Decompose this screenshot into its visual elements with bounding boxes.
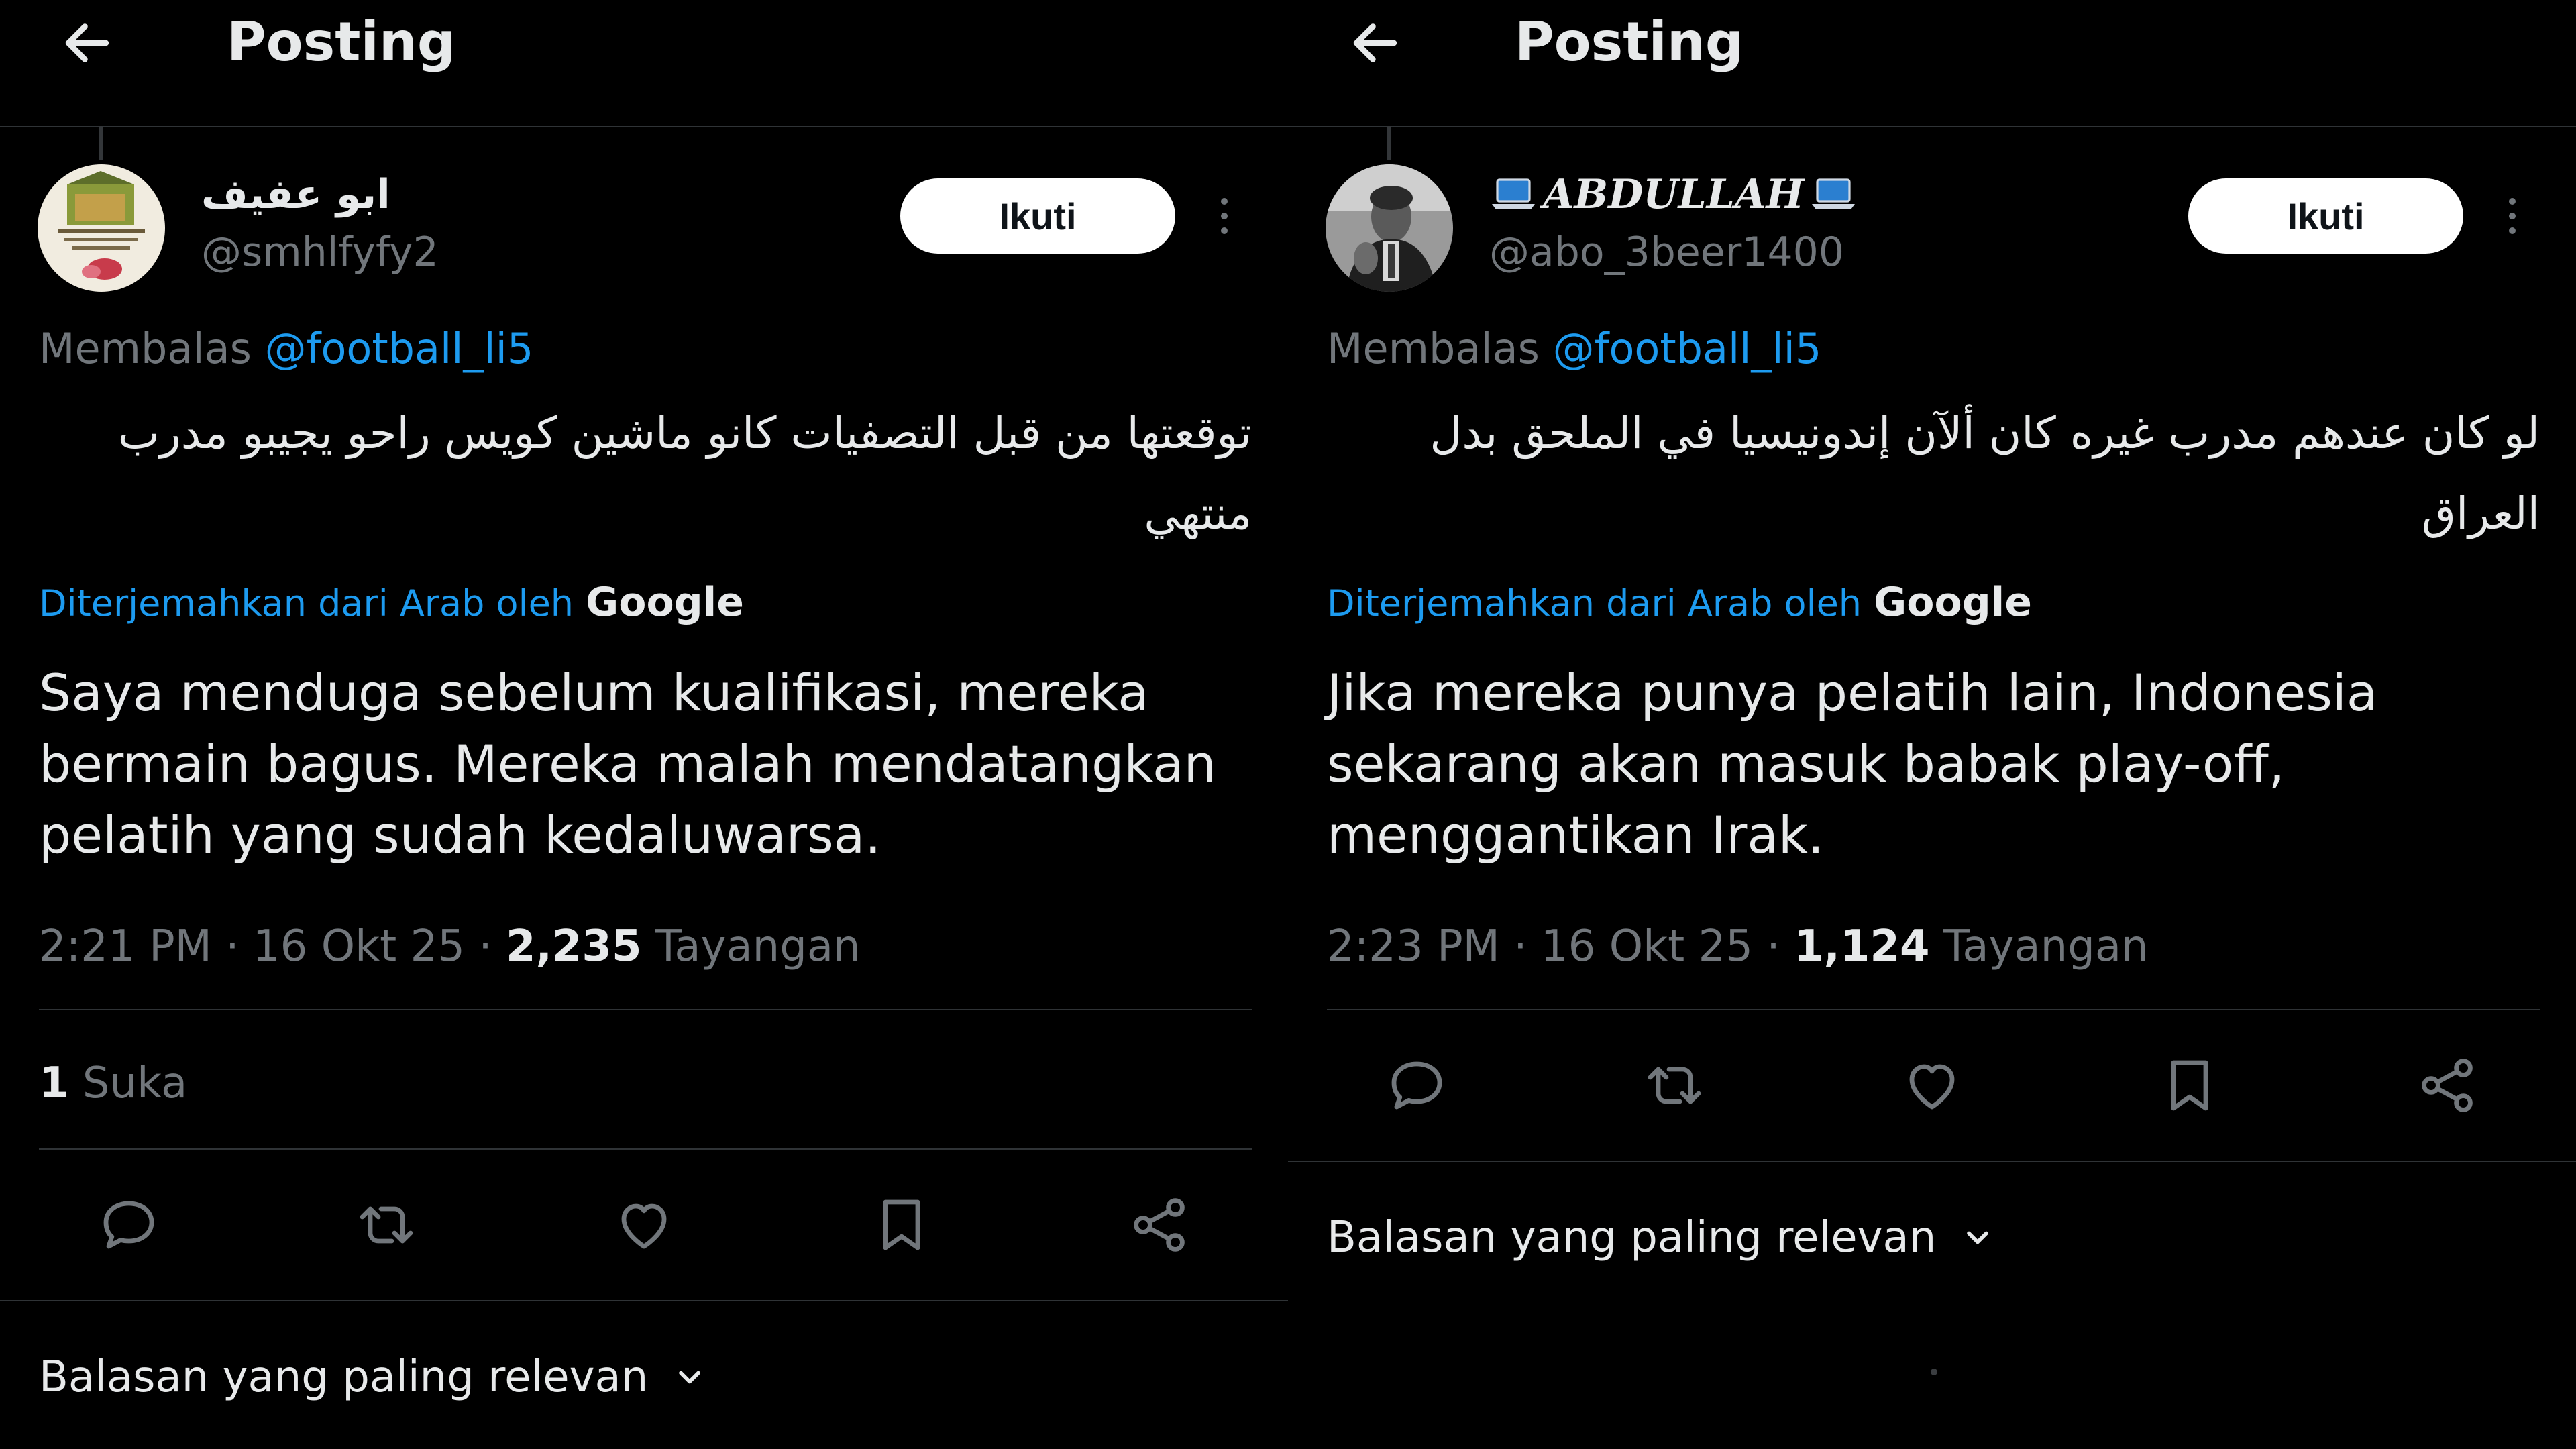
more-options-button[interactable]: [2496, 189, 2529, 243]
vertical-ellipsis-icon: [1221, 198, 1228, 234]
replying-to-label: Membalas: [1327, 324, 1540, 373]
share-nodes-icon: [2422, 1059, 2473, 1112]
chevron-down-icon: [672, 1360, 707, 1395]
sort-label: Balasan yang paling relevan: [1327, 1213, 1937, 1263]
bookmark-icon: [883, 1199, 920, 1250]
header-divider: [0, 126, 1288, 127]
mention-link[interactable]: @football_li5: [1553, 324, 1822, 373]
bookmark-button[interactable]: [861, 1185, 942, 1265]
author-display-name-group[interactable]: ABDULLAH: [1489, 168, 1858, 221]
views-label: Tayangan: [1943, 922, 2149, 971]
likes-label: Suka: [82, 1059, 188, 1108]
thread-connector-line: [99, 126, 103, 160]
post-original-text: لو كان عندهم مدرب غيره كان ألآن إندونيسي…: [1430, 407, 2540, 539]
meta-separator: ·: [225, 922, 239, 971]
views-count[interactable]: 2,235: [506, 922, 641, 971]
post-translation-text: Saya menduga sebelum kualifikasi, mereka…: [39, 663, 1216, 865]
heart-icon: [621, 1203, 667, 1249]
author-display-name: ABDULLAH: [1543, 171, 1805, 218]
like-button[interactable]: [1892, 1045, 1972, 1126]
share-button[interactable]: [2407, 1045, 2487, 1126]
arrow-left-icon: [65, 23, 109, 62]
bookmark-icon: [2171, 1060, 2208, 1111]
meta-divider: [39, 1009, 1252, 1010]
more-options-button[interactable]: [1208, 189, 1241, 243]
sort-label: Balasan yang paling relevan: [39, 1352, 649, 1402]
top-bar: Posting: [1288, 0, 2576, 126]
post-detail-panel-left: Posting ابو عفيف @smhlfyfy2 Ikuti Membal…: [0, 0, 1288, 1449]
follow-button[interactable]: Ikuti: [900, 178, 1175, 254]
repost-arrows-icon: [360, 1206, 413, 1244]
loading-indicator: [1931, 1368, 1937, 1375]
translation-label: Diterjemahkan dari Arab oleh: [39, 582, 574, 625]
meta-separator: ·: [478, 922, 492, 971]
reply-sort-dropdown[interactable]: Balasan yang paling relevan: [1327, 1208, 1995, 1268]
views-count[interactable]: 1,124: [1794, 922, 1929, 971]
actions-divider: [1288, 1161, 2576, 1162]
avatar-image: [38, 164, 165, 292]
meta-divider: [1327, 1009, 2540, 1010]
post-metadata: 2:23 PM · 16 Okt 25 · 1,124 Tayangan: [1327, 916, 2149, 977]
action-bar: [0, 1171, 1288, 1279]
post-original-text: توقعتها من قبل التصفيات كانو ماشين كويس …: [117, 407, 1252, 539]
repost-button[interactable]: [346, 1185, 427, 1265]
author-handle[interactable]: @abo_3beer1400: [1489, 225, 1844, 279]
reply-sort-dropdown[interactable]: Balasan yang paling relevan: [39, 1347, 707, 1407]
replying-to: Membalas @football_li5: [1327, 322, 1821, 376]
speech-bubble-icon: [103, 1201, 154, 1249]
thread-connector-line: [1387, 126, 1391, 160]
post-detail-panel-right: Posting ABDULLAH @abo_3beer1400 Ikuti Me…: [1288, 0, 2576, 1449]
translation-attribution[interactable]: Diterjemahkan dari Arab oleh Google: [1327, 576, 2032, 631]
chevron-down-icon: [1960, 1220, 1995, 1255]
back-button[interactable]: [54, 9, 121, 76]
repost-button[interactable]: [1634, 1045, 1715, 1126]
page-title: Posting: [1515, 11, 1744, 73]
reply-button[interactable]: [89, 1185, 169, 1265]
replying-to: Membalas @football_li5: [39, 322, 533, 376]
reply-button[interactable]: [1377, 1045, 1457, 1126]
author-display-name[interactable]: ابو عفيف: [201, 168, 390, 221]
post-time[interactable]: 2:23 PM: [1327, 922, 1500, 971]
repost-arrows-icon: [1648, 1067, 1701, 1104]
action-bar: [1288, 1032, 2576, 1139]
google-logo: Google: [1874, 579, 2032, 626]
meta-separator: ·: [1766, 922, 1780, 971]
likes-count: 1: [39, 1059, 69, 1108]
top-bar: Posting: [0, 0, 1288, 126]
laptop-emoji-icon: [1812, 178, 1856, 209]
header-divider: [1288, 126, 2576, 127]
meta-separator: ·: [1513, 922, 1527, 971]
actions-divider: [0, 1300, 1288, 1301]
heart-icon: [1909, 1064, 1955, 1110]
follow-button[interactable]: Ikuti: [2188, 178, 2463, 254]
translation-attribution[interactable]: Diterjemahkan dari Arab oleh Google: [39, 576, 744, 631]
avatar-image: [1326, 164, 1453, 292]
likes-summary[interactable]: 1 Suka: [39, 1053, 187, 1114]
post-translation-text: Jika mereka punya pelatih lain, Indonesi…: [1327, 663, 2378, 865]
speech-bubble-icon: [1391, 1061, 1442, 1110]
page-title: Posting: [227, 11, 456, 73]
avatar[interactable]: [38, 164, 165, 292]
post-metadata: 2:21 PM · 16 Okt 25 · 2,235 Tayangan: [39, 916, 861, 977]
share-button[interactable]: [1119, 1185, 1199, 1265]
post-date[interactable]: 16 Okt 25: [253, 922, 465, 971]
google-logo: Google: [586, 579, 744, 626]
mention-link[interactable]: @football_li5: [265, 324, 534, 373]
views-label: Tayangan: [655, 922, 861, 971]
like-button[interactable]: [604, 1185, 684, 1265]
post-time[interactable]: 2:21 PM: [39, 922, 212, 971]
avatar[interactable]: [1326, 164, 1453, 292]
author-handle[interactable]: @smhlfyfy2: [201, 225, 439, 279]
post-date[interactable]: 16 Okt 25: [1541, 922, 1753, 971]
translation-label: Diterjemahkan dari Arab oleh: [1327, 582, 1862, 625]
laptop-emoji-icon: [1492, 178, 1535, 209]
replying-to-label: Membalas: [39, 324, 252, 373]
bookmark-button[interactable]: [2149, 1045, 2230, 1126]
back-button[interactable]: [1342, 9, 1409, 76]
share-nodes-icon: [1134, 1198, 1185, 1252]
vertical-ellipsis-icon: [2509, 198, 2516, 234]
likes-divider: [39, 1148, 1252, 1150]
arrow-left-icon: [1353, 23, 1397, 62]
